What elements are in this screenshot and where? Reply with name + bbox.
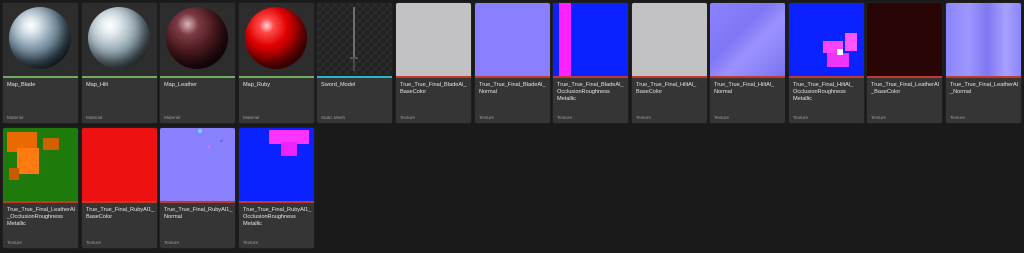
content-browser-grid: Map_Blade Material Map_Hilt Material Map_Lea… [0, 0, 1024, 253]
asset-info: Map_Leather Material [160, 78, 235, 123]
asset-info: True_True_Final_LeatherAl _Normal Texture [946, 78, 1021, 123]
asset-type: Texture [557, 115, 573, 120]
asset-thumbnail [82, 3, 157, 76]
asset-type: Material [164, 115, 181, 120]
asset-thumbnail [710, 3, 785, 76]
asset-info: True_True_Final_RubyAl1_ Normal Texture [160, 203, 235, 248]
asset-type: Texture [950, 115, 966, 120]
asset-thumbnail [317, 3, 392, 76]
asset-info: True_True_Final_HiltAl_ OcclusionRoughne… [789, 78, 864, 123]
asset-thumbnail [82, 128, 157, 201]
asset-type: Texture [871, 115, 887, 120]
asset-thumbnail [789, 3, 864, 76]
asset-name: True_True_Final_HiltAl_ BaseColor [636, 82, 697, 95]
asset-thumbnail [3, 128, 78, 201]
asset-thumbnail [160, 3, 235, 76]
asset-tile[interactable]: True_True_Final_BladeAl_ Normal Texture [475, 3, 550, 123]
asset-tile[interactable]: True_True_Final_LeatherAl _BaseColor Text… [867, 3, 942, 123]
asset-thumbnail [475, 3, 550, 76]
asset-thumbnail [632, 3, 707, 76]
asset-name: True_True_Final_LeatherAl _Normal [950, 82, 1018, 95]
asset-info: True_True_Final_LeatherAl _BaseColor Text… [867, 78, 942, 123]
asset-tile[interactable]: True_True_Final_BladeAl_ OcclusionRoughn… [553, 3, 628, 123]
asset-type: Texture [400, 115, 416, 120]
asset-type: Texture [636, 115, 652, 120]
asset-type: Material [7, 115, 24, 120]
asset-name: True_True_Final_BladeAl_ BaseColor [400, 82, 467, 95]
asset-tile[interactable]: True_True_Final_BladeAl_ BaseColor Textur… [396, 3, 471, 123]
asset-type: Texture [243, 240, 259, 245]
asset-name: True_True_Final_BladeAl_ Normal [479, 82, 546, 95]
asset-info: True_True_Final_LeatherAl _OcclusionRoug… [3, 203, 78, 248]
asset-thumbnail [946, 3, 1021, 76]
asset-info: True_True_Final_RubyAl1_ OcclusionRoughn… [239, 203, 314, 248]
asset-tile[interactable]: True_True_Final_HiltAl_ OcclusionRoughne… [789, 3, 864, 123]
asset-name: Map_Hilt [86, 82, 109, 88]
asset-tile[interactable]: True_True_Final_RubyAl1_ BaseColor Textur… [82, 128, 157, 248]
asset-name: Map_Ruby [243, 82, 271, 88]
asset-name: True_True_Final_HiltAl_ Normal [714, 82, 775, 95]
asset-tile[interactable]: True_True_Final_LeatherAl _OcclusionRoug… [3, 128, 78, 248]
asset-thumbnail [396, 3, 471, 76]
asset-name: True_True_Final_LeatherAl _BaseColor [871, 82, 939, 95]
asset-tile[interactable]: Map_Hilt Material [82, 3, 157, 123]
asset-tile[interactable]: Map_Leather Material [160, 3, 235, 123]
asset-type: Texture [479, 115, 495, 120]
asset-type: Material [86, 115, 103, 120]
asset-thumbnail [3, 3, 78, 76]
asset-info: True_True_Final_HiltAl_ BaseColor Texture [632, 78, 707, 123]
asset-tile[interactable]: True_True_Final_HiltAl_ BaseColor Texture [632, 3, 707, 123]
asset-info: True_True_Final_BladeAl_ Normal Texture [475, 78, 550, 123]
asset-tile[interactable]: Map_Blade Material [3, 3, 78, 123]
asset-tile[interactable]: True_True_Final_RubyAl1_ OcclusionRoughn… [239, 128, 314, 248]
asset-name: True_True_Final_RubyAl1_ BaseColor [86, 207, 155, 220]
asset-type: Texture [793, 115, 809, 120]
asset-type: Static Mesh [321, 115, 345, 120]
asset-name: Map_Leather [164, 82, 197, 88]
asset-tile[interactable]: Map_Ruby Material [239, 3, 314, 123]
asset-info: Map_Hilt Material [82, 78, 157, 123]
asset-name: True_True_Final_RubyAl1_ OcclusionRoughn… [243, 207, 312, 227]
asset-thumbnail [239, 128, 314, 201]
asset-info: Map_Blade Material [3, 78, 78, 123]
asset-name: True_True_Final_RubyAl1_ Normal [164, 207, 233, 220]
asset-tile[interactable]: True_True_Final_LeatherAl _Normal Texture [946, 3, 1021, 123]
asset-name: Map_Blade [7, 82, 36, 88]
asset-tile[interactable]: Sword_Model Static Mesh [317, 3, 392, 123]
asset-type: Texture [86, 240, 102, 245]
asset-name: Sword_Model [321, 82, 356, 88]
asset-info: True_True_Final_BladeAl_ BaseColor Textur… [396, 78, 471, 123]
asset-info: True_True_Final_RubyAl1_ BaseColor Textur… [82, 203, 157, 248]
asset-thumbnail [239, 3, 314, 76]
asset-info: Sword_Model Static Mesh [317, 78, 392, 123]
asset-info: True_True_Final_HiltAl_ Normal Texture [710, 78, 785, 123]
asset-type: Material [243, 115, 260, 120]
asset-type: Texture [164, 240, 180, 245]
asset-type: Texture [714, 115, 730, 120]
asset-name: True_True_Final_BladeAl_ OcclusionRoughn… [557, 82, 624, 102]
asset-thumbnail [160, 128, 235, 201]
asset-name: True_True_Final_HiltAl_ OcclusionRoughne… [793, 82, 854, 102]
asset-info: True_True_Final_BladeAl_ OcclusionRoughn… [553, 78, 628, 123]
asset-tile[interactable]: True_True_Final_HiltAl_ Normal Texture [710, 3, 785, 123]
asset-name: True_True_Final_LeatherAl _OcclusionRoug… [7, 207, 75, 227]
asset-thumbnail [553, 3, 628, 76]
asset-thumbnail [867, 3, 942, 76]
asset-type: Texture [7, 240, 23, 245]
asset-info: Map_Ruby Material [239, 78, 314, 123]
asset-tile[interactable]: True_True_Final_RubyAl1_ Normal Texture [160, 128, 235, 248]
